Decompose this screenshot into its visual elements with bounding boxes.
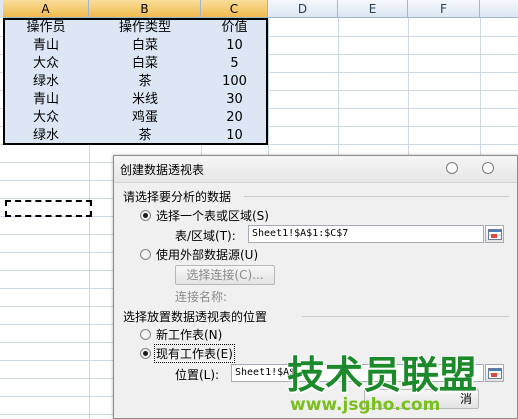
column-header-g[interactable]: [480, 0, 518, 18]
destination-marquee: [5, 200, 92, 217]
table-cell[interactable]: 米线: [89, 91, 201, 109]
table-cell[interactable]: 青山: [3, 37, 89, 55]
table-cell[interactable]: 10: [201, 127, 268, 145]
table-cell[interactable]: 大众: [3, 109, 89, 127]
table-cell[interactable]: 100: [201, 73, 268, 91]
watermark-logo-text: 技术员联盟: [287, 353, 477, 397]
radio-select-table[interactable]: [140, 210, 151, 221]
table-cell[interactable]: 30: [201, 91, 268, 109]
table-cell[interactable]: 茶: [89, 73, 201, 91]
table-cell[interactable]: 价值: [201, 19, 268, 37]
location-collapse-button[interactable]: [485, 364, 504, 382]
connection-name-label: 连接名称:: [175, 290, 228, 304]
table-cell[interactable]: 白菜: [89, 55, 201, 73]
group-divider: [302, 316, 509, 317]
radio-new-worksheet-label[interactable]: 新工作表(N): [156, 326, 222, 343]
watermark-url: www.jsgho.com: [290, 395, 441, 415]
radio-external-source-label[interactable]: 使用外部数据源(U): [156, 246, 258, 263]
column-header-f[interactable]: F: [408, 0, 480, 18]
column-header-a[interactable]: A: [3, 0, 89, 18]
table-cell[interactable]: 大众: [3, 55, 89, 73]
choose-connection-button[interactable]: 选择连接(C)...: [175, 265, 275, 285]
collapse-dialog-icon: [488, 368, 502, 379]
radio-existing-worksheet[interactable]: [140, 348, 151, 359]
range-label: 表/区域(T):: [175, 229, 236, 243]
radio-existing-worksheet-label[interactable]: 现有工作表(E): [154, 344, 235, 363]
radio-select-table-label[interactable]: 选择一个表或区域(S): [156, 207, 269, 224]
radio-new-worksheet[interactable]: [140, 329, 151, 340]
range-input[interactable]: Sheet1!$A$1:$C$7: [248, 225, 484, 243]
column-header-d[interactable]: D: [268, 0, 338, 18]
radio-external-source[interactable]: [140, 249, 151, 260]
group-divider: [244, 196, 509, 197]
watermark-logo: 技术员联盟: [286, 348, 478, 398]
table-cell[interactable]: 青山: [3, 91, 89, 109]
table-cell[interactable]: 绿水: [3, 73, 89, 91]
dialog-titlebar[interactable]: 创建数据透视表: [114, 156, 517, 183]
close-button[interactable]: [482, 162, 494, 174]
table-cell[interactable]: 鸡蛋: [89, 109, 201, 127]
section-source-header: 请选择要分析的数据: [123, 190, 232, 204]
dialog-title: 创建数据透视表: [120, 163, 205, 177]
range-collapse-button[interactable]: [485, 225, 504, 243]
table-cell[interactable]: 操作类型: [89, 19, 201, 37]
table-cell[interactable]: 操作员: [3, 19, 89, 37]
table-cell[interactable]: 10: [201, 37, 268, 55]
table-cell[interactable]: 绿水: [3, 127, 89, 145]
column-header-b[interactable]: B: [89, 0, 201, 18]
section-location-header: 选择放置数据透视表的位置: [123, 310, 268, 324]
collapse-dialog-icon: [488, 229, 502, 240]
watermark-logo-icon: 技术员联盟: [286, 352, 478, 398]
table-cell[interactable]: 白菜: [89, 37, 201, 55]
table-cell[interactable]: 茶: [89, 127, 201, 145]
location-label: 位置(L):: [175, 368, 220, 382]
column-header-e[interactable]: E: [338, 0, 408, 18]
column-header-c[interactable]: C: [201, 0, 268, 18]
help-button[interactable]: [446, 162, 458, 174]
table-cell[interactable]: 5: [201, 55, 268, 73]
table-cell[interactable]: 20: [201, 109, 268, 127]
